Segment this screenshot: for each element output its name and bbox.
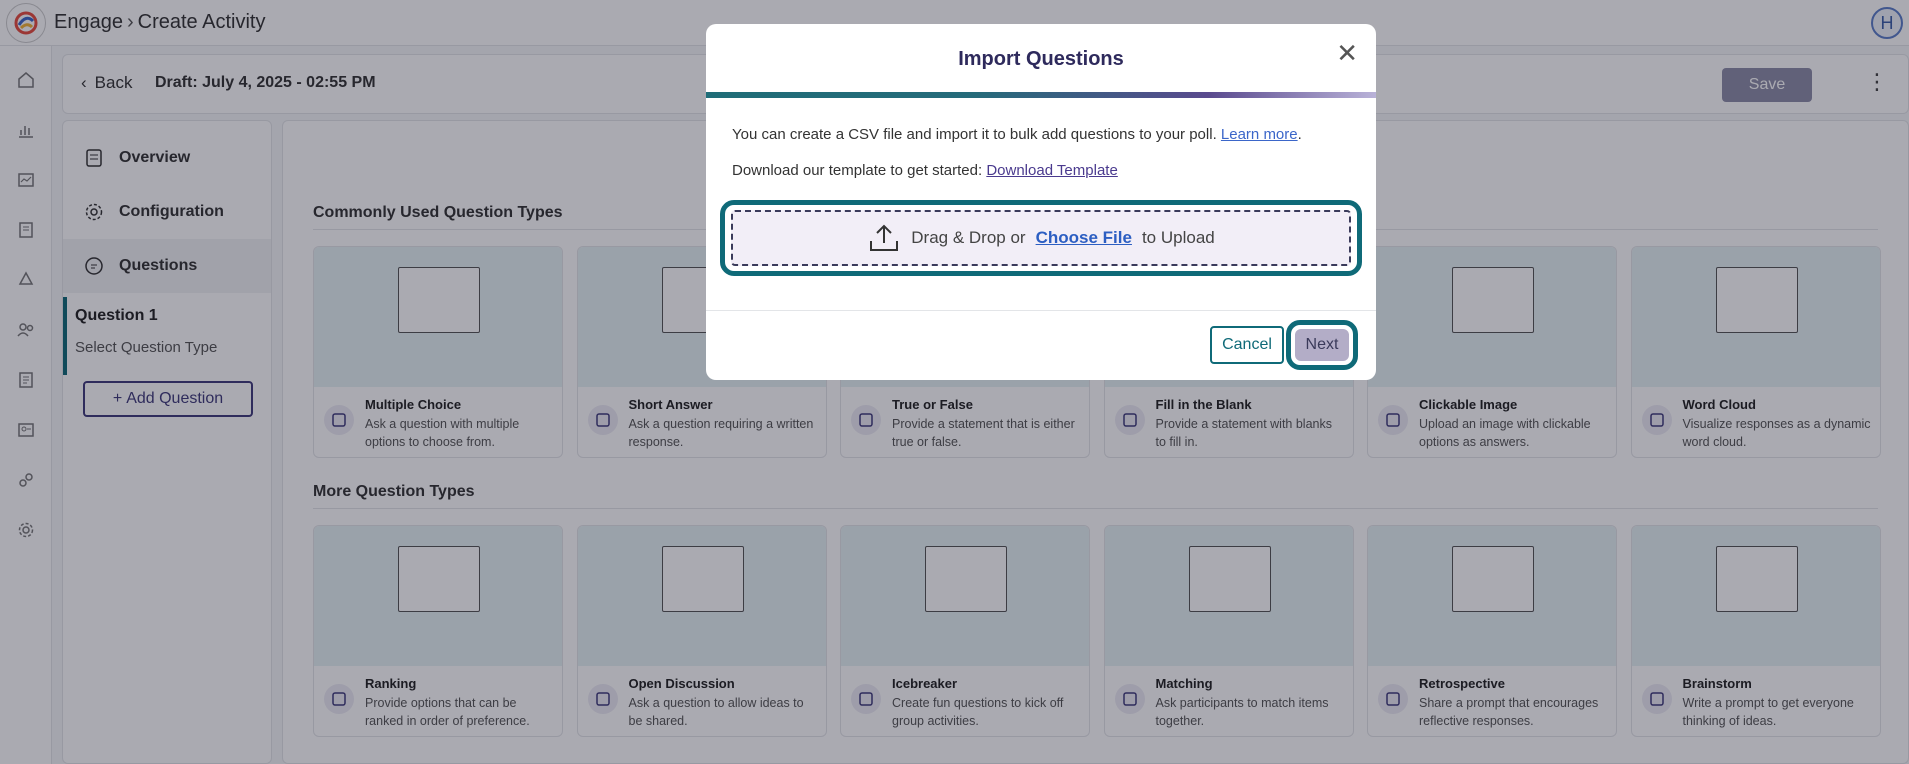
- import-questions-dialog: Import Questions ✕ You can create a CSV …: [706, 24, 1376, 380]
- download-template-link[interactable]: Download Template: [986, 162, 1117, 179]
- dialog-footer-divider: [706, 310, 1376, 311]
- dialog-template-line: Download our template to get started: Do…: [732, 162, 1118, 179]
- upload-focus-ring: Drag & Drop or Choose File to Upload: [720, 200, 1362, 276]
- choose-file-link[interactable]: Choose File: [1036, 228, 1132, 248]
- next-focus-ring: Next: [1286, 320, 1358, 370]
- next-button[interactable]: Next: [1295, 329, 1349, 361]
- dialog-description: You can create a CSV file and import it …: [732, 126, 1302, 143]
- file-dropzone[interactable]: Drag & Drop or Choose File to Upload: [731, 210, 1351, 266]
- cancel-button[interactable]: Cancel: [1210, 326, 1284, 364]
- dialog-description-end: .: [1297, 126, 1302, 143]
- dialog-description-text: You can create a CSV file and import it …: [732, 126, 1217, 143]
- close-icon[interactable]: ✕: [1336, 38, 1358, 69]
- dialog-accent-bar: [706, 92, 1376, 98]
- learn-more-link[interactable]: Learn more: [1221, 126, 1298, 143]
- dropzone-prefix: Drag & Drop or: [911, 228, 1026, 247]
- dialog-title: Import Questions: [958, 48, 1124, 70]
- upload-icon: [870, 224, 899, 251]
- dropzone-suffix: to Upload: [1141, 228, 1215, 247]
- dialog-template-text: Download our template to get started:: [732, 162, 983, 179]
